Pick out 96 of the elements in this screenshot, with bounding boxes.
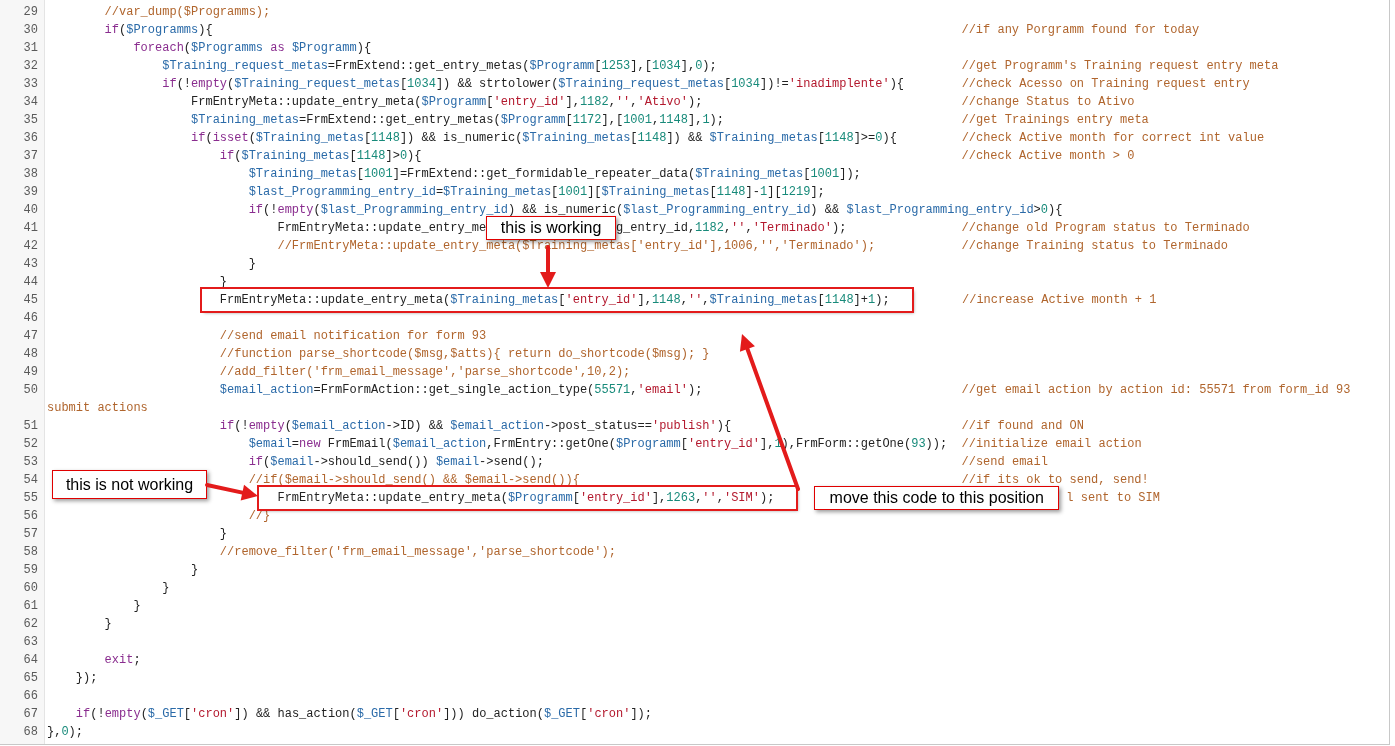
line-number: 40 (22, 202, 38, 219)
line-number: 62 (22, 616, 38, 633)
code-comment: submit actions (47, 401, 148, 415)
line-number: 41 (22, 220, 38, 237)
line-number: 46 (22, 310, 38, 327)
code-text: //function parse_shortcode($msg,$atts){ return do_shortcode($msg); } (219, 347, 710, 361)
line-number: 47 (22, 328, 38, 345)
line-number: 66 (22, 688, 38, 705)
line-number: 38 (22, 166, 38, 183)
line-number: 30 (22, 22, 38, 39)
code-text: //var_dump($Programms); (104, 5, 271, 19)
code-comment: //get email action by action id: 55571 from form_id 93 (961, 383, 1351, 397)
line-number: 32 (22, 58, 38, 75)
code-text: } (248, 257, 256, 271)
code-text: } (133, 599, 141, 613)
code-text: if(isset($Training_metas[1148]) && is_numeric($Training_metas[1148]) && $Training_metas[1148]>=0){ (191, 131, 897, 145)
code-text: } (219, 527, 228, 541)
callout-note: move this code to this position (814, 486, 1060, 510)
code-comment: //send email (961, 455, 1048, 469)
line-number: 49 (22, 364, 38, 381)
code-text: $Training_metas[1001]=FrmExtend::get_formidable_repeater_data($Training_metas[1001]); (248, 167, 861, 181)
line-number: 51 (22, 418, 38, 435)
line-number: 64 (22, 652, 38, 669)
line-number: 54 (22, 472, 38, 489)
code-comment: //if any Porgramm found for today (961, 23, 1200, 37)
line-number: 43 (22, 256, 38, 273)
code-text: $Training_request_metas=FrmExtend::get_entry_metas($Programm[1253],[1034],0); (162, 59, 717, 73)
callout-note: this is not working (52, 470, 207, 499)
line-number: 39 (22, 184, 38, 201)
line-number: 35 (22, 112, 38, 129)
code-text: },0); (47, 725, 83, 739)
code-comment: //get Trainings entry meta (961, 113, 1149, 127)
code-text: //add_filter('frm_email_message','parse_shortcode',10,2); (219, 365, 631, 379)
code-text: } (104, 617, 112, 631)
code-text: if(!empty($Training_request_metas[1034]) && strtolower($Training_request_metas[1034])!='inadimplente'){ (162, 77, 905, 91)
code-comment: l sent to SIM (1066, 491, 1160, 505)
line-number: 55 (22, 490, 38, 507)
line-number: 56 (22, 508, 38, 525)
highlighted-code: FrmEntryMeta::update_entry_meta($Programm['entry_id'],1263,'','SIM'); (259, 487, 797, 509)
code-comment: //initialize email action (961, 437, 1142, 451)
code-comment: //check Acesso on Training request entry (961, 77, 1250, 91)
line-number: 29 (22, 4, 38, 21)
code-text: $Training_metas=FrmExtend::get_entry_metas($Programm[1172],[1001,1148],1); (191, 113, 724, 127)
line-number: 61 (22, 598, 38, 615)
code-text: exit; (104, 653, 141, 667)
code-comment: //change old Program status to Terminado (961, 221, 1250, 235)
line-number: 37 (22, 148, 38, 165)
code-text: //remove_filter('frm_email_message','parse_shortcode'); (219, 545, 616, 559)
line-number: 63 (22, 634, 38, 651)
code-text: } (162, 581, 170, 595)
code-comment: //if found and ON (961, 419, 1084, 433)
code-text: FrmEntryMeta::update_entry_meta($Programm['entry_id'],1182,'','Ativo'); (191, 95, 703, 109)
code-text: $email_action=FrmFormAction::get_single_action_type(55571,'email'); (219, 383, 703, 397)
code-comment: //change Status to Ativo (961, 95, 1135, 109)
callout-note: this is working (486, 216, 616, 240)
code-comment: //change Training status to Terminado (961, 239, 1228, 253)
code-text: if($Programms){ (104, 23, 213, 37)
code-comment: //check Active month for correct int value (961, 131, 1265, 145)
line-number: 68 (22, 724, 38, 741)
code-text: if(!empty($last_Programming_entry_id) && is_numeric($last_Programming_entry_id) && $last_Programming_entry_id>0){ (248, 203, 1063, 217)
code-text: FrmEntryMeta::update_entry_me (277, 221, 487, 235)
line-number: 33 (22, 76, 38, 93)
line-number: 59 (22, 562, 38, 579)
arrow (205, 483, 258, 501)
line-number: 52 (22, 436, 38, 453)
code-text: if($email->should_send()) $email->send(); (248, 455, 544, 469)
code-text: if(!empty($email_action->ID) && $email_action->post_status=='publish'){ (219, 419, 732, 433)
code-text: g_entry_id,1182,'','Terminado'); (615, 221, 847, 235)
line-number: 53 (22, 454, 38, 471)
code-text: $last_Programming_entry_id=$Training_metas[1001][$Training_metas[1148]-1][1219]; (248, 185, 825, 199)
code-text: //FrmEntryMeta::update_entry_meta($Training_metas['entry_id'],1006,'','Terminado'); (277, 239, 876, 253)
line-number: 36 (22, 130, 38, 147)
code-text: if(!empty($_GET['cron']) && has_action($_GET['cron'])) do_action($_GET['cron']); (75, 707, 652, 721)
code-text: } (191, 563, 199, 577)
code-text: foreach($Programms as $Programm){ (133, 41, 372, 55)
line-number: 31 (22, 40, 38, 57)
code-comment: //get Programm's Training request entry meta (961, 59, 1279, 73)
line-number: 65 (22, 670, 38, 687)
line-number: 42 (22, 238, 38, 255)
code-comment: //check Active month > 0 (961, 149, 1135, 163)
code-text: //send email notification for form 93 (219, 329, 487, 343)
line-number: 48 (22, 346, 38, 363)
code-text: //if($email->should_send() && $email->send()){ (248, 473, 580, 487)
line-number: 44 (22, 274, 38, 291)
line-number: 50 (22, 382, 38, 399)
code-text: }); (75, 671, 98, 685)
line-number: 67 (22, 706, 38, 723)
line-number: 58 (22, 544, 38, 561)
line-number: 60 (22, 580, 38, 597)
code-text: if($Training_metas[1148]>0){ (219, 149, 422, 163)
line-number: 45 (22, 292, 38, 309)
line-number: 57 (22, 526, 38, 543)
code-comment: //increase Active month + 1 (962, 293, 1157, 307)
highlighted-code: FrmEntryMeta::update_entry_meta($Training_metas['entry_id'],1148,'',$Training_metas[1148]+1); (201, 289, 912, 311)
code-comment: //if its ok to send, send! (961, 473, 1149, 487)
line-number: 34 (22, 94, 38, 111)
